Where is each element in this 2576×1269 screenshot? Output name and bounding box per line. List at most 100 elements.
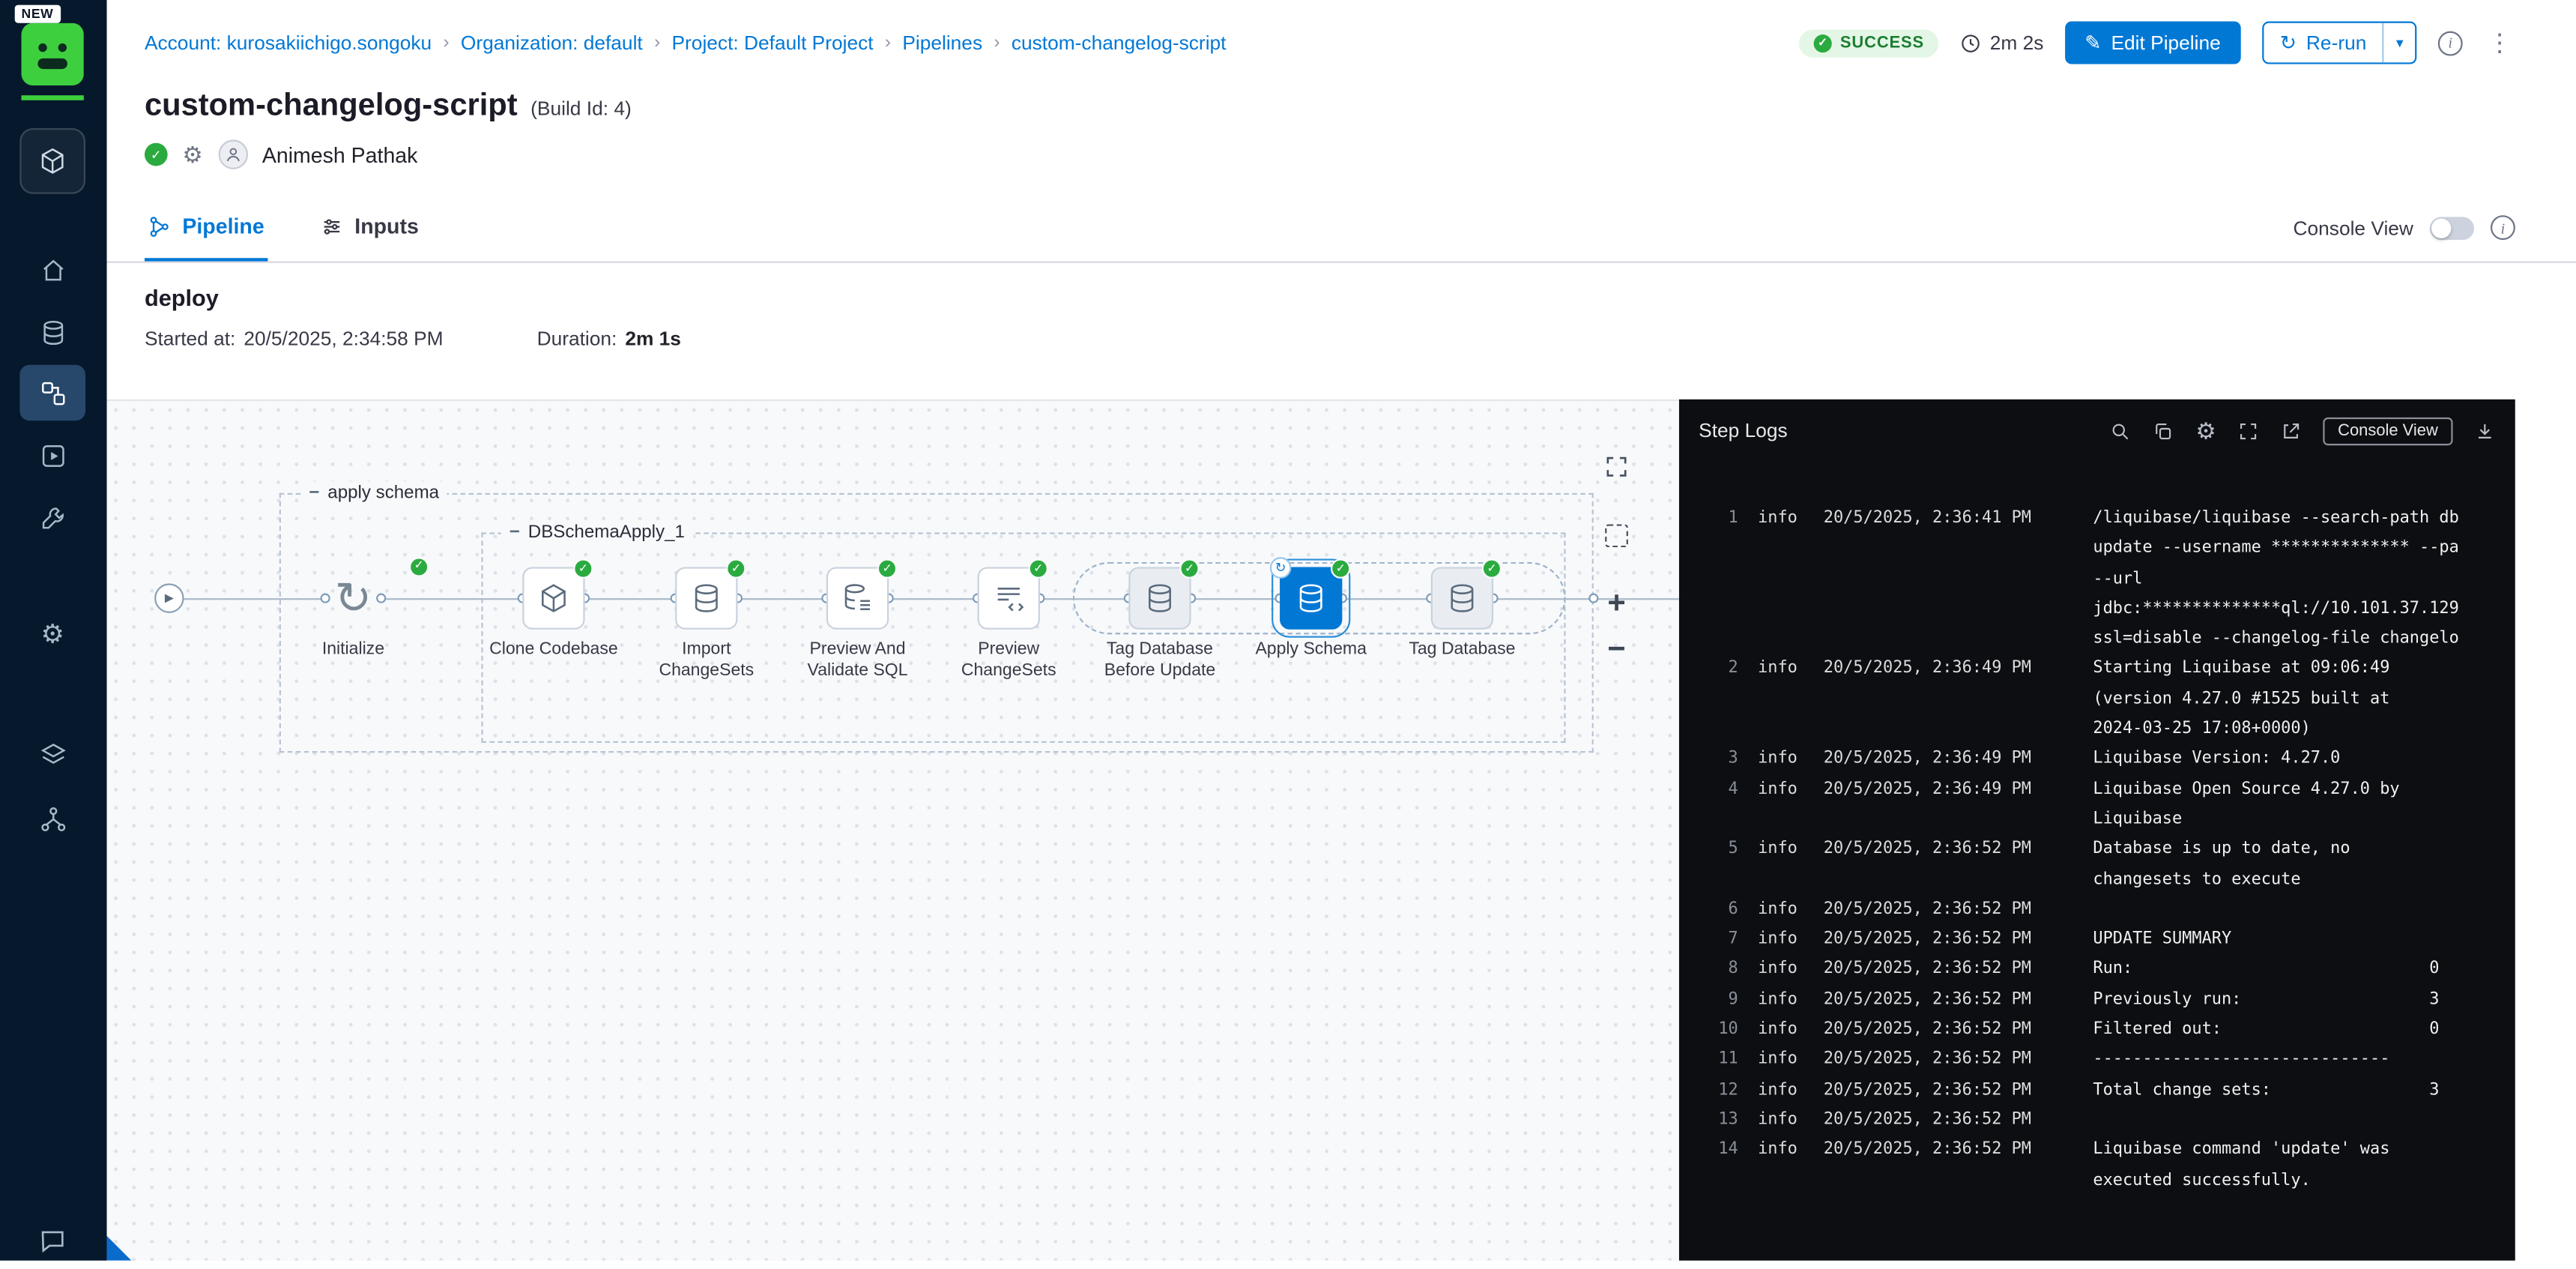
stage-group-label[interactable]: − apply schema xyxy=(300,481,447,504)
console-view-button[interactable]: Console View xyxy=(2323,417,2452,444)
pipeline-step-import-changesets[interactable]: ✓ Import ChangeSets xyxy=(638,567,775,682)
log-timestamp: 20/5/2025, 2:36:49 PM xyxy=(1824,775,2070,805)
status-text: SUCCESS xyxy=(1840,34,1924,52)
initialize-icon: ↻ ✓ xyxy=(322,567,384,629)
sidebar-item-templates[interactable] xyxy=(19,791,85,847)
rerun-dropdown-button[interactable]: ▾ xyxy=(2384,23,2415,63)
breadcrumb-pipelines[interactable]: Pipelines xyxy=(902,31,982,55)
log-timestamp: 20/5/2025, 2:36:52 PM xyxy=(1824,1046,2070,1076)
copy-icon xyxy=(2153,420,2174,441)
rerun-split-button[interactable]: ↻ Re-run ▾ xyxy=(2262,22,2417,64)
log-line-number: 3 xyxy=(1699,745,1738,775)
step-logs-body[interactable]: 1 info 20/5/2025, 2:36:41 PM /liquibase/… xyxy=(1679,462,2515,1261)
step-label: Initialize xyxy=(284,639,422,661)
tab-inputs[interactable]: Inputs xyxy=(317,194,422,262)
pipeline-step-preview-validate-sql[interactable]: ✓ Preview And Validate SQL xyxy=(788,567,926,682)
pipeline-step-tag-database[interactable]: ✓ Tag Database xyxy=(1393,567,1531,660)
log-line[interactable]: 3 info 20/5/2025, 2:36:49 PM Liquibase V… xyxy=(1699,745,2495,775)
log-level: info xyxy=(1758,986,1807,1016)
pipeline-step-clone-codebase[interactable]: ✓ Clone Codebase xyxy=(485,567,623,660)
breadcrumb-project[interactable]: Project: Default Project xyxy=(671,31,873,55)
breadcrumb-organization[interactable]: Organization: default xyxy=(461,31,643,55)
gear-icon: ⚙ xyxy=(40,623,64,649)
success-check-icon: ✓ xyxy=(409,557,429,576)
success-check-icon: ✓ xyxy=(726,558,746,578)
collapse-icon[interactable]: − xyxy=(309,481,319,504)
log-line-number: 13 xyxy=(1699,1106,1738,1136)
log-timestamp: 20/5/2025, 2:36:52 PM xyxy=(1824,926,2070,956)
user-icon xyxy=(223,145,242,164)
rerun-button[interactable]: ↻ Re-run xyxy=(2264,23,2383,63)
console-view-label: Console View xyxy=(2294,216,2413,239)
log-download-button[interactable] xyxy=(2474,420,2496,441)
tab-pipeline[interactable]: Pipeline xyxy=(145,194,267,262)
refresh-glyph: ↻ xyxy=(335,573,372,623)
log-line[interactable]: 13 info 20/5/2025, 2:36:52 PM xyxy=(1699,1106,2495,1136)
sidebar-item-executions[interactable] xyxy=(19,427,85,483)
log-level: info xyxy=(1758,956,1807,986)
log-line-number: 11 xyxy=(1699,1046,1738,1076)
log-timestamp: 20/5/2025, 2:36:52 PM xyxy=(1824,956,2070,986)
collapse-icon[interactable]: − xyxy=(510,521,520,544)
step-card: ✓ xyxy=(978,567,1040,629)
download-icon xyxy=(2474,420,2496,441)
sidebar-item-home[interactable] xyxy=(19,241,85,298)
log-line[interactable]: 12 info 20/5/2025, 2:36:52 PM Total chan… xyxy=(1699,1076,2495,1106)
log-line[interactable]: 11 info 20/5/2025, 2:36:52 PM ----------… xyxy=(1699,1046,2495,1076)
log-line-number: 6 xyxy=(1699,896,1738,926)
breadcrumb-separator: › xyxy=(874,33,903,52)
edit-pipeline-button[interactable]: ✎ Edit Pipeline xyxy=(2065,22,2240,64)
module-selector-button[interactable] xyxy=(19,128,85,194)
main-area: Account: kurosakiichigo.songoku › Organi… xyxy=(107,0,2576,1261)
log-level: info xyxy=(1758,775,1807,805)
duration: Duration: 2m 1s xyxy=(537,327,681,350)
pipeline-start-node[interactable]: ▶ xyxy=(154,583,184,612)
duration-value: 2m 1s xyxy=(625,327,681,350)
canvas-zoom-in-button[interactable]: + xyxy=(1595,583,1638,626)
top-bar: Account: kurosakiichigo.songoku › Organi… xyxy=(107,0,2576,85)
pipeline-canvas[interactable]: − apply schema − DBSchemaApply_1 xyxy=(107,400,1679,1261)
log-line[interactable]: 14 info 20/5/2025, 2:36:52 PM Liquibase … xyxy=(1699,1136,2495,1196)
log-message: Liquibase Open Source 4.27.0 by Liquibas… xyxy=(2093,775,2495,835)
stepgroup-label[interactable]: − DBSchemaApply_1 xyxy=(501,521,693,544)
sidebar-item-services[interactable] xyxy=(19,304,85,361)
log-copy-button[interactable] xyxy=(2153,420,2174,441)
canvas-marquee-select-button[interactable] xyxy=(1595,514,1638,557)
gear-icon[interactable]: ⚙ xyxy=(182,143,203,166)
more-options-menu[interactable]: ⋮ xyxy=(2484,31,2515,55)
breadcrumb-account[interactable]: Account: kurosakiichigo.songoku xyxy=(145,31,432,55)
breadcrumb-separator: › xyxy=(982,33,1012,52)
log-line[interactable]: 5 info 20/5/2025, 2:36:52 PM Database is… xyxy=(1699,835,2495,895)
log-fullscreen-button[interactable] xyxy=(2237,420,2259,441)
step-card: ✓ xyxy=(1128,567,1191,629)
step-logs-header: Step Logs ⚙ xyxy=(1679,400,2515,462)
sidebar-item-settings[interactable]: ⚙ xyxy=(19,608,85,664)
log-line[interactable]: 1 info 20/5/2025, 2:36:41 PM /liquibase/… xyxy=(1699,504,2495,655)
pipeline-step-apply-schema[interactable]: ↻ ✓ Apply Schema xyxy=(1242,567,1380,660)
log-search-button[interactable] xyxy=(2110,420,2132,441)
harness-logo[interactable] xyxy=(22,23,84,85)
breadcrumb-current[interactable]: custom-changelog-script xyxy=(1012,31,1227,55)
log-line[interactable]: 6 info 20/5/2025, 2:36:52 PM xyxy=(1699,896,2495,926)
log-open-external-button[interactable] xyxy=(2280,420,2302,441)
log-line[interactable]: 2 info 20/5/2025, 2:36:49 PM Starting Li… xyxy=(1699,655,2495,745)
log-level: info xyxy=(1758,1076,1807,1106)
log-line[interactable]: 10 info 20/5/2025, 2:36:52 PM Filtered o… xyxy=(1699,1016,2495,1046)
log-settings-button[interactable]: ⚙ xyxy=(2195,419,2216,442)
canvas-fullscreen-button[interactable] xyxy=(1595,445,1638,488)
pipeline-step-preview-changesets[interactable]: ✓ Preview ChangeSets xyxy=(940,567,1077,682)
sidebar-item-environments[interactable] xyxy=(19,726,85,783)
sidebar-item-tools[interactable] xyxy=(19,489,85,546)
info-icon[interactable]: i xyxy=(2438,31,2463,55)
log-line[interactable]: 8 info 20/5/2025, 2:36:52 PM Run: 0 xyxy=(1699,956,2495,986)
info-icon[interactable]: i xyxy=(2491,215,2515,240)
pipeline-step-tag-database-before-update[interactable]: ✓ Tag Database Before Update xyxy=(1091,567,1229,682)
canvas-zoom-out-button[interactable]: − xyxy=(1595,630,1638,672)
sidebar-item-pipelines[interactable] xyxy=(19,365,85,421)
console-view-toggle[interactable] xyxy=(2430,216,2474,239)
log-line[interactable]: 9 info 20/5/2025, 2:36:52 PM Previously … xyxy=(1699,986,2495,1016)
log-line[interactable]: 4 info 20/5/2025, 2:36:49 PM Liquibase O… xyxy=(1699,775,2495,835)
canvas-corner-handle[interactable] xyxy=(107,1236,132,1261)
pipeline-step-initialize[interactable]: ↻ ✓ Initialize xyxy=(284,567,422,660)
log-line[interactable]: 7 info 20/5/2025, 2:36:52 PM UPDATE SUMM… xyxy=(1699,926,2495,956)
